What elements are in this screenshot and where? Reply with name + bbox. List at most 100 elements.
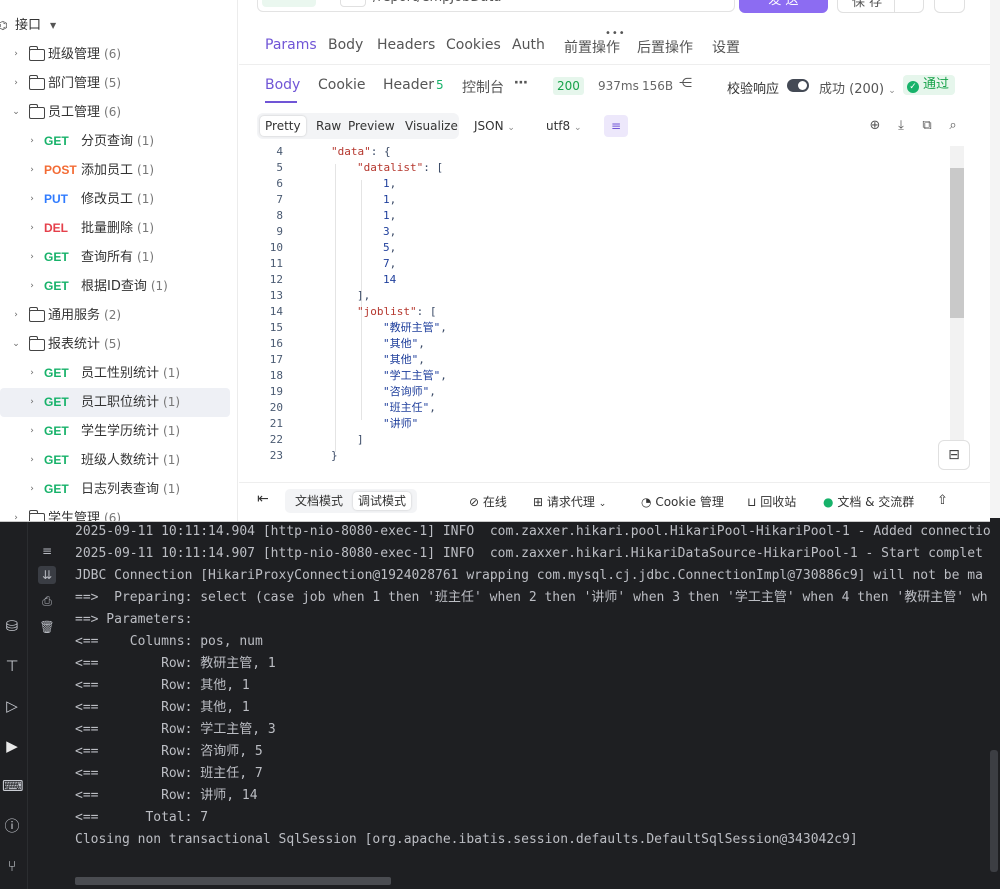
print-icon[interactable]: ⎙ xyxy=(38,592,56,610)
json-value: "咨询师" xyxy=(383,385,430,398)
resp-tab-console[interactable]: 控制台 xyxy=(462,77,504,97)
api-row[interactable]: › GET 员工职位统计 (1) xyxy=(0,388,230,417)
services-icon[interactable]: ▷ xyxy=(2,696,22,716)
api-row[interactable]: › POST 添加员工 (1) xyxy=(0,156,236,185)
env-select[interactable] xyxy=(340,0,366,7)
api-row[interactable]: › GET 学生学历统计 (1) xyxy=(0,417,236,446)
api-row[interactable]: › GET 根据ID查询 (1) xyxy=(0,272,236,301)
api-row[interactable]: › PUT 修改员工 (1) xyxy=(0,185,236,214)
folder-row[interactable]: › 学生管理 (6) xyxy=(0,504,236,521)
copy-icon[interactable]: ⧉ xyxy=(919,118,935,133)
layout-toggle-icon[interactable]: ⊟ xyxy=(938,440,970,470)
method-select[interactable] xyxy=(262,0,316,7)
terminal-icon[interactable]: ⌨ xyxy=(2,776,24,796)
line-number: 22 xyxy=(269,433,283,446)
chevron-down-icon[interactable]: ⌄ xyxy=(11,98,21,127)
save-button[interactable]: 保 存 xyxy=(837,0,924,13)
chevron-right-icon[interactable]: › xyxy=(27,185,37,214)
tab-body[interactable]: Body xyxy=(328,37,363,53)
resp-tab-header[interactable]: Header 5 xyxy=(383,77,444,93)
chevron-right-icon[interactable]: › xyxy=(27,388,37,417)
folder-row[interactable]: ⌄ 员工管理 (6) xyxy=(0,98,236,127)
chevron-right-icon[interactable]: › xyxy=(11,301,21,330)
chevron-right-icon[interactable]: › xyxy=(27,127,37,156)
format-raw[interactable]: Raw xyxy=(311,116,346,136)
community-link[interactable]: ● 文档 & 交流群 xyxy=(823,493,914,510)
upgrade-icon[interactable]: ⇧ xyxy=(937,493,948,508)
collapse-sidebar-icon[interactable]: ⇤ xyxy=(257,491,269,507)
problems-icon[interactable]: ⓘ xyxy=(2,816,22,836)
content-type-select[interactable]: JSON ⌄ xyxy=(474,119,515,133)
database-icon[interactable]: ⛁ xyxy=(2,616,22,636)
format-preview[interactable]: Preview xyxy=(343,116,400,136)
chevron-right-icon[interactable]: › xyxy=(27,446,37,475)
drag-handle-icon[interactable]: ••• xyxy=(605,28,626,39)
api-row[interactable]: › GET 分页查询 (1) xyxy=(0,127,236,156)
send-button[interactable]: 发 送 xyxy=(739,0,828,13)
soft-wrap-icon[interactable]: ≡ xyxy=(38,542,56,560)
tab-headers[interactable]: Headers xyxy=(377,37,435,53)
api-row[interactable]: › GET 日志列表查询 (1) xyxy=(0,475,236,504)
api-row[interactable]: › DEL 批量删除 (1) xyxy=(0,214,236,243)
resp-tab-body[interactable]: Body xyxy=(265,77,300,93)
chevron-right-icon[interactable]: › xyxy=(27,272,37,301)
share-icon[interactable]: ⋲ xyxy=(679,76,692,91)
clear-icon[interactable]: 🗑 xyxy=(38,618,56,636)
folder-row[interactable]: ⌄ 报表统计 (5) xyxy=(0,330,236,359)
extract-icon[interactable]: ⊕ xyxy=(867,118,883,133)
scroll-to-end-icon[interactable]: ⇊ xyxy=(38,566,56,584)
api-row[interactable]: › GET 员工性别统计 (1) xyxy=(0,359,236,388)
run-icon[interactable]: ▶ xyxy=(2,736,22,756)
chevron-right-icon[interactable]: › xyxy=(11,40,21,69)
success-select[interactable]: 成功 (200) ⌄ xyxy=(819,78,896,97)
validate-toggle[interactable] xyxy=(787,79,809,92)
tab-cookies[interactable]: Cookies xyxy=(446,37,501,53)
api-name: 员工职位统计 xyxy=(81,395,160,410)
tab-auth[interactable]: Auth xyxy=(512,37,545,53)
tab-params[interactable]: Params xyxy=(265,37,317,53)
chevron-right-icon[interactable]: › xyxy=(11,69,21,98)
api-tree-root[interactable]: ⌬ 接口 ▼ xyxy=(0,11,236,40)
debug-mode-button[interactable]: 调试模式 xyxy=(353,492,412,510)
chevron-down-icon[interactable]: ⌄ xyxy=(11,330,21,359)
chevron-right-icon[interactable]: › xyxy=(11,504,21,521)
doc-mode-button[interactable]: 文档模式 xyxy=(290,492,348,510)
git-icon[interactable]: ⑂ xyxy=(2,856,22,876)
search-icon[interactable]: ⌕ xyxy=(945,118,961,133)
line-number: 7 xyxy=(276,193,283,206)
tab-post-processors[interactable]: 后置操作 xyxy=(637,37,693,57)
format-pretty[interactable]: Pretty xyxy=(260,116,306,136)
proxy-menu[interactable]: ⊞ 请求代理 ⌄ xyxy=(533,493,606,510)
build-icon[interactable]: ⊤ xyxy=(2,656,22,676)
folder-icon xyxy=(28,75,45,90)
resp-tab-header-label: Header xyxy=(383,77,434,93)
more-horizontal-icon[interactable]: ⋯ xyxy=(514,75,528,91)
api-row[interactable]: › GET 查询所有 (1) xyxy=(0,243,236,272)
wrap-lines-icon[interactable]: ≡ xyxy=(604,115,628,137)
download-icon[interactable]: ⤓ xyxy=(893,118,909,133)
folder-row[interactable]: › 通用服务 (2) xyxy=(0,301,236,330)
more-button[interactable] xyxy=(934,0,965,13)
url-input[interactable]: /report/empJobData xyxy=(257,0,735,12)
console-vertical-scrollbar[interactable] xyxy=(990,750,998,872)
api-row[interactable]: › GET 班级人数统计 (1) xyxy=(0,446,236,475)
chevron-right-icon[interactable]: › xyxy=(27,359,37,388)
console-horizontal-scrollbar[interactable] xyxy=(75,877,391,885)
tab-pre-processors[interactable]: 前置操作 xyxy=(564,37,620,57)
recycle-bin[interactable]: ⊔ 回收站 xyxy=(747,493,796,510)
cookie-manager[interactable]: ◔ Cookie 管理 xyxy=(641,493,724,510)
url-text[interactable]: /report/empJobData xyxy=(373,0,501,9)
online-status[interactable]: ⊘ 在线 xyxy=(469,493,507,510)
chevron-right-icon[interactable]: › xyxy=(27,417,37,446)
chevron-right-icon[interactable]: › xyxy=(27,475,37,504)
active-tab-indicator xyxy=(265,101,297,103)
format-visualize[interactable]: Visualize xyxy=(400,116,463,136)
chevron-right-icon[interactable]: › xyxy=(27,243,37,272)
tab-settings[interactable]: 设置 xyxy=(712,37,740,57)
encoding-select[interactable]: utf8 ⌄ xyxy=(546,119,582,133)
folder-row[interactable]: › 部门管理 (5) xyxy=(0,69,236,98)
chevron-right-icon[interactable]: › xyxy=(27,214,37,243)
folder-row[interactable]: › 班级管理 (6) xyxy=(0,40,236,69)
resp-tab-cookie[interactable]: Cookie xyxy=(318,77,366,93)
chevron-right-icon[interactable]: › xyxy=(27,156,37,185)
